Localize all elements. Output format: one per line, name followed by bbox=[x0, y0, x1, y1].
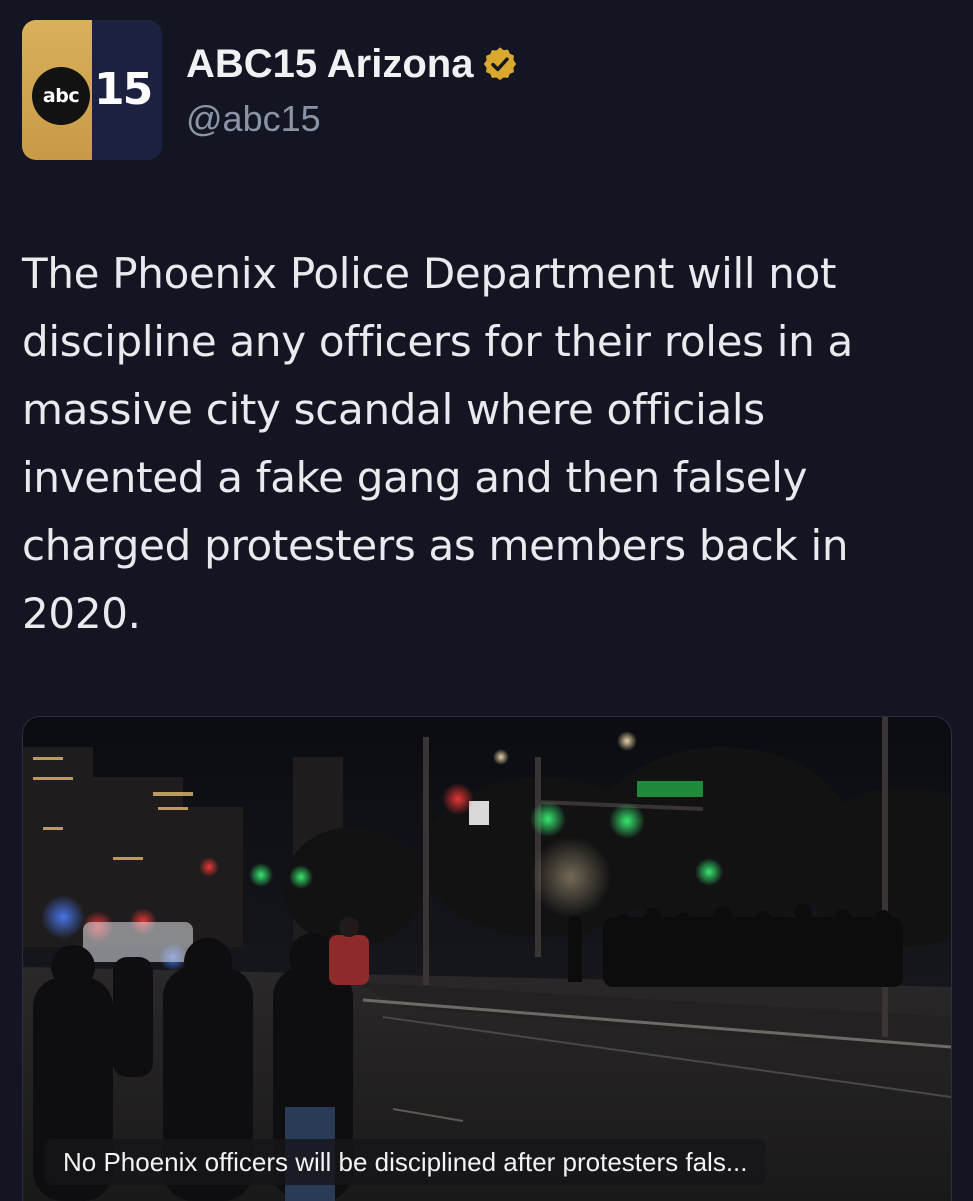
tweet-header: abc 15 ABC15 Arizona @abc15 bbox=[22, 20, 519, 162]
logo-number: 15 bbox=[94, 64, 153, 115]
tweet-screenshot: abc 15 ABC15 Arizona @abc15 The Phoenix … bbox=[0, 0, 973, 1201]
handle[interactable]: @abc15 bbox=[186, 98, 519, 140]
avatar[interactable]: abc 15 bbox=[22, 20, 162, 160]
protest-night-photo bbox=[23, 717, 951, 1201]
verified-badge-icon bbox=[484, 47, 517, 81]
display-name[interactable]: ABC15 Arizona bbox=[186, 40, 519, 88]
abc-logo-text: abc bbox=[42, 85, 80, 107]
abc-logo-icon: abc bbox=[32, 67, 90, 125]
media-caption: No Phoenix officers will be disciplined … bbox=[45, 1139, 766, 1185]
account-names: ABC15 Arizona @abc15 bbox=[186, 40, 519, 140]
display-name-text[interactable]: ABC15 Arizona bbox=[186, 40, 473, 88]
tweet-text: The Phoenix Police Department will not d… bbox=[22, 249, 853, 638]
media-card[interactable]: No Phoenix officers will be disciplined … bbox=[22, 716, 952, 1201]
